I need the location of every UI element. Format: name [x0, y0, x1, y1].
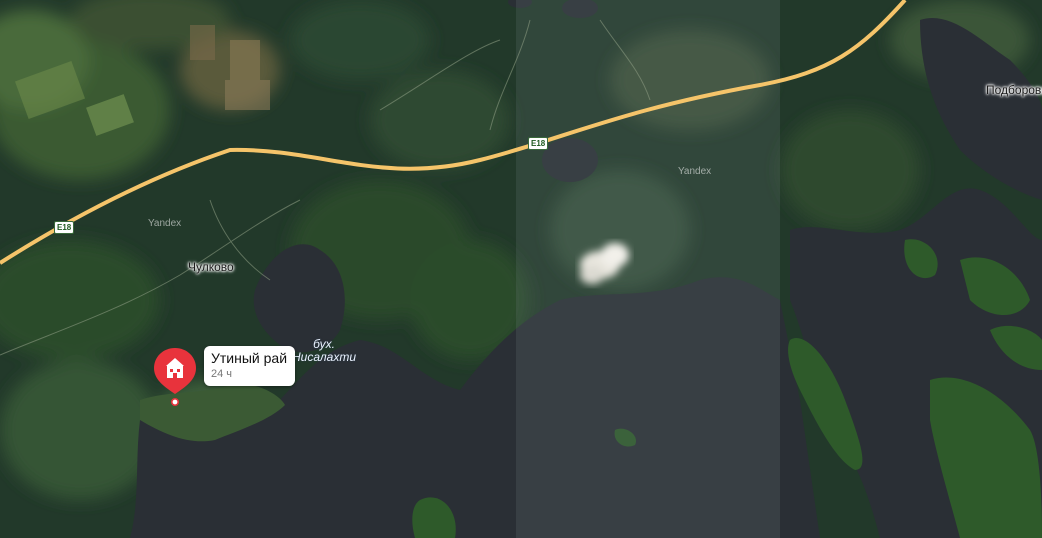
poi-marker[interactable] [152, 346, 198, 406]
place-label-chulkovo[interactable]: Чулково [188, 260, 234, 274]
bay-label: бух. Нисалахти [292, 338, 356, 364]
satellite-map[interactable]: Yandex Yandex [0, 0, 1042, 538]
road-shield-e18: E18 [54, 221, 75, 234]
poi-card[interactable]: Утиный рай 24 ч [204, 346, 296, 386]
watermark-yandex: Yandex [148, 218, 181, 229]
poi-hours: 24 ч [211, 368, 233, 380]
poi-title: Утиный рай [211, 350, 288, 366]
tile-band [516, 0, 780, 538]
place-label-podborovye[interactable]: Подборовье [986, 83, 1042, 97]
watermark-yandex: Yandex [678, 166, 711, 177]
road-shield-e18: E18 [528, 137, 549, 150]
bay-label-name: Нисалахти [292, 350, 356, 364]
